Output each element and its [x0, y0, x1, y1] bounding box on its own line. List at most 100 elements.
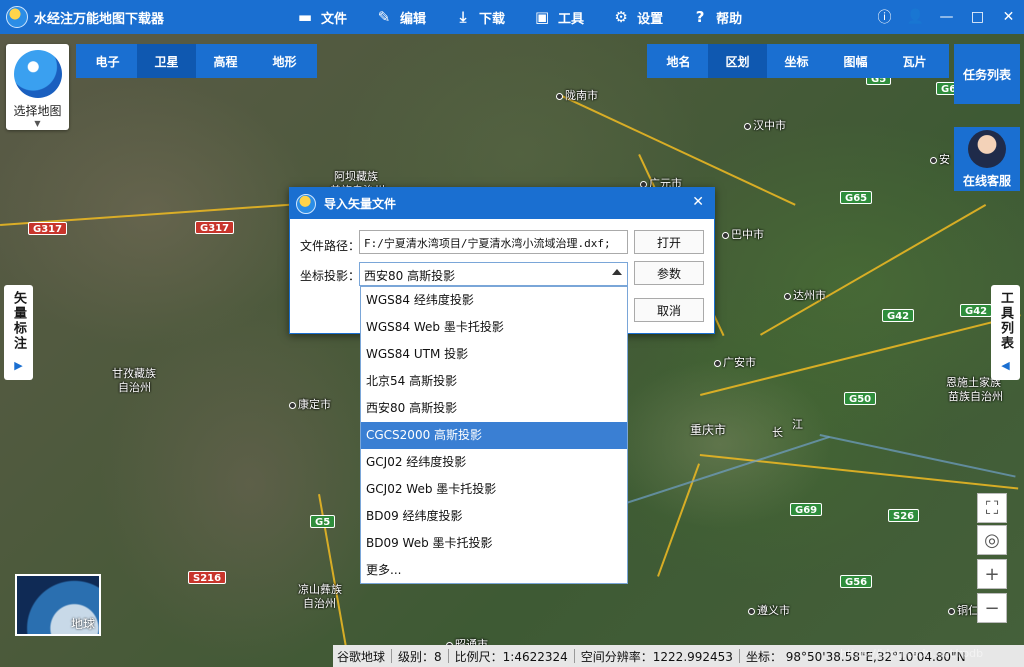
road-shield: G65 — [840, 191, 873, 204]
projection-option[interactable]: GCJ02 经纬度投影 — [361, 449, 627, 476]
menu-item-4[interactable]: ⚙ 设置 — [598, 0, 677, 34]
file-path-input[interactable]: F:/宁夏清水湾项目/宁夏清水湾小流域治理.dxf; — [359, 230, 628, 254]
status-level: 级别：8 — [398, 649, 442, 664]
projection-option[interactable]: 更多... — [361, 557, 627, 584]
projection-select-value: 西安80 高斯投影 — [364, 269, 456, 283]
dialog-close-icon[interactable]: ✕ — [692, 194, 704, 210]
status-resolution: 空间分辨率：1222.992453 — [580, 649, 733, 664]
place-label: 康定市 — [289, 398, 331, 411]
projection-option[interactable]: CGCS2000 高斯投影 — [361, 422, 627, 449]
app-logo-icon — [6, 6, 28, 28]
maximize-button[interactable]: □ — [962, 0, 993, 34]
app-title: 水经注万能地图下载器 — [34, 11, 165, 27]
task-list-button[interactable]: 任务列表 — [954, 44, 1020, 104]
tab-map_types-0[interactable]: 电子 — [78, 44, 137, 78]
chevron-right-icon: ▶ — [14, 359, 23, 372]
place-label: 阿坝藏族 — [334, 170, 378, 183]
folder-icon: ▬ — [297, 8, 313, 26]
menu-item-1[interactable]: ✎ 编辑 — [361, 0, 440, 34]
tab-map_types-2[interactable]: 高程 — [196, 44, 255, 78]
place-label: 甘孜藏族 — [112, 367, 156, 380]
road-shield: S26 — [888, 509, 920, 522]
road-shield: G42 — [882, 309, 915, 322]
road-shield: G56 — [840, 575, 873, 588]
tool-list-label: 工具列表 — [998, 291, 1013, 351]
menu-item-3[interactable]: ▣ 工具 — [519, 0, 598, 34]
tab-overlays-0[interactable]: 地名 — [649, 44, 708, 78]
file-path-label: 文件路径： — [300, 239, 361, 253]
road-shield: G317 — [28, 222, 68, 235]
vector-annotation-label: 矢量标注 — [11, 291, 26, 351]
place-label: 凉山彝族 — [298, 583, 342, 596]
online-service-button[interactable]: 在线客服 — [954, 127, 1020, 191]
menu-label: 编辑 — [400, 11, 427, 27]
road-shield: G69 — [790, 503, 823, 516]
select-map-label: 选择地图 — [13, 104, 62, 118]
projection-option[interactable]: WGS84 Web 墨卡托投影 — [361, 314, 627, 341]
road-line — [699, 454, 1019, 490]
fullscreen-icon[interactable]: ⛶ — [977, 493, 1007, 523]
projection-option[interactable]: BD09 Web 墨卡托投影 — [361, 530, 627, 557]
cancel-button[interactable]: 取消 — [634, 298, 704, 322]
open-button[interactable]: 打开 — [634, 230, 704, 254]
tab-map_types-3[interactable]: 地形 — [255, 44, 314, 78]
download-icon: ⤓ — [459, 8, 467, 26]
close-button[interactable]: ✕ — [993, 0, 1024, 34]
road-shield: G317 — [195, 221, 235, 234]
menu-label: 帮助 — [716, 11, 743, 27]
tab-overlays-4[interactable]: 瓦片 — [885, 44, 944, 78]
tab-overlays-1[interactable]: 区划 — [708, 44, 767, 78]
place-label: 安 — [930, 153, 950, 166]
app-logo-icon — [296, 193, 316, 214]
road-shield: S216 — [188, 571, 227, 584]
minimize-button[interactable]: — — [931, 0, 962, 34]
menu-label: 设置 — [637, 11, 664, 27]
chevron-left-icon: ◀ — [1001, 359, 1010, 372]
place-label: 遵义市 — [748, 604, 790, 617]
tool-list-tab[interactable]: 工具列表 ◀ — [991, 285, 1020, 380]
edit-icon: ✎ — [377, 8, 391, 26]
status-scale: 比例尺：1:4622324 — [454, 649, 568, 664]
projection-option[interactable]: WGS84 经纬度投影 — [361, 287, 627, 314]
place-label: 江 — [792, 418, 803, 431]
menu-label: 工具 — [558, 11, 585, 27]
menu-item-2[interactable]: ⤓ 下载 — [440, 0, 519, 34]
road-line — [760, 204, 987, 336]
projection-label: 坐标投影： — [300, 269, 361, 283]
projection-option[interactable]: GCJ02 Web 墨卡托投影 — [361, 476, 627, 503]
main-menu: ▬ 文件 ✎ 编辑 ⤓ 下载 ▣ 工具 ⚙ 设置? 帮助 — [282, 0, 756, 34]
map-type-tabs: 电子 卫星 高程 地形 — [76, 44, 317, 78]
road-shield: G50 — [844, 392, 877, 405]
projection-option[interactable]: 北京54 高斯投影 — [361, 368, 627, 395]
select-map-button[interactable]: 选择地图 ▼ — [6, 44, 69, 130]
earth-view-button[interactable]: 地球 — [15, 574, 101, 636]
menu-label: 下载 — [479, 11, 506, 27]
title-bar: 水经注万能地图下载器 ▬ 文件 ✎ 编辑 ⤓ 下载 ▣ 工具 ⚙ 设置? 帮助 ⓘ 👤 — □ ✕ — [0, 0, 1024, 34]
road-shield: G5 — [310, 515, 336, 528]
zoom-in-button[interactable]: + — [977, 559, 1007, 589]
zoom-out-button[interactable]: − — [977, 593, 1007, 623]
earth-label: 地球 — [70, 617, 95, 631]
params-button[interactable]: 参数 — [634, 261, 704, 285]
projection-option[interactable]: WGS84 UTM 投影 — [361, 341, 627, 368]
place-label: 自治州 — [118, 381, 151, 394]
place-label: 达州市 — [784, 289, 826, 302]
chevron-down-icon: ▼ — [34, 119, 41, 128]
dialog-title-bar: 导入矢量文件 ✕ — [290, 188, 714, 219]
projection-select[interactable]: 西安80 高斯投影 — [359, 262, 628, 286]
projection-option[interactable]: BD09 经纬度投影 — [361, 503, 627, 530]
info-icon[interactable]: ⓘ — [869, 0, 900, 34]
projection-dropdown-list: WGS84 经纬度投影 WGS84 Web 墨卡托投影 WGS84 UTM 投影 北京… — [360, 286, 628, 584]
tab-map_types-1[interactable]: 卫星 — [137, 44, 196, 78]
window-controls: ⓘ 👤 — □ ✕ — [869, 0, 1024, 34]
road-shield: G42 — [960, 304, 993, 317]
tab-overlays-3[interactable]: 图幅 — [826, 44, 885, 78]
user-icon[interactable]: 👤 — [900, 0, 931, 34]
menu-item-5[interactable]: ? 帮助 — [677, 0, 756, 34]
locate-icon[interactable]: ◎ — [977, 525, 1007, 555]
vector-annotation-tab[interactable]: 矢量标注 ▶ — [4, 285, 33, 380]
dialog-title: 导入矢量文件 — [324, 197, 397, 211]
projection-option[interactable]: 西安80 高斯投影 — [361, 395, 627, 422]
tab-overlays-2[interactable]: 坐标 — [767, 44, 826, 78]
menu-item-0[interactable]: ▬ 文件 — [282, 0, 361, 34]
